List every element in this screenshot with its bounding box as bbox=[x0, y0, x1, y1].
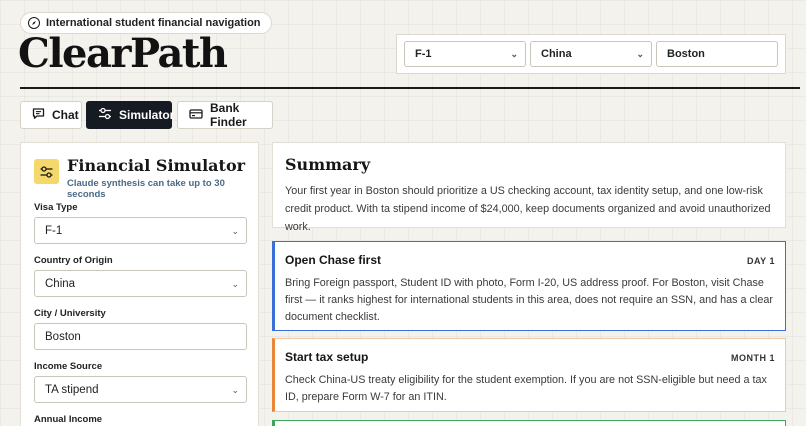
income-source-select[interactable]: TA stipend ⌄ bbox=[34, 376, 247, 403]
city-input-value: Boston bbox=[667, 48, 705, 60]
slider-icon bbox=[98, 107, 112, 123]
summary-panel: Summary Your first year in Boston should… bbox=[272, 142, 786, 233]
country-of-origin-select[interactable]: China ⌄ bbox=[34, 270, 247, 297]
tab-bank-finder[interactable]: Bank Finder bbox=[177, 101, 273, 129]
tagline-text: International student financial navigati… bbox=[46, 17, 261, 29]
country-label: Country of Origin bbox=[34, 255, 113, 266]
step-text: Check China-US treaty eligibility for th… bbox=[285, 374, 767, 403]
chevron-down-icon: ⌄ bbox=[231, 226, 239, 236]
simulator-panel: Financial Simulator Claude synthesis can… bbox=[20, 142, 259, 426]
visa-select-value: F-1 bbox=[415, 48, 432, 60]
summary-title: Summary bbox=[285, 155, 371, 174]
summary-text: Your first year in Boston should priorit… bbox=[285, 185, 771, 233]
tab-chat[interactable]: Chat bbox=[20, 101, 82, 129]
income-source-value: TA stipend bbox=[45, 383, 99, 396]
step-card-next bbox=[272, 420, 786, 426]
country-select-value: China bbox=[541, 48, 572, 60]
simulator-title: Financial Simulator bbox=[67, 156, 246, 175]
brand-title: ClearPath bbox=[18, 30, 228, 77]
tab-simulator[interactable]: Simulator bbox=[86, 101, 175, 129]
slider-icon bbox=[34, 159, 59, 184]
chevron-down-icon: ⌄ bbox=[636, 49, 644, 59]
income-source-label: Income Source bbox=[34, 361, 103, 372]
country-value: China bbox=[45, 277, 76, 290]
step-badge: MONTH 1 bbox=[731, 353, 775, 363]
country-select[interactable]: China ⌄ bbox=[530, 41, 652, 67]
tab-simulator-label: Simulator bbox=[119, 108, 175, 122]
visa-type-label: Visa Type bbox=[34, 202, 78, 213]
visa-type-value: F-1 bbox=[45, 224, 63, 237]
step-text: Bring Foreign passport, Student ID with … bbox=[285, 277, 773, 323]
simulator-subtitle: Claude synthesis can take up to 30 secon… bbox=[67, 178, 225, 200]
annual-income-label: Annual Income bbox=[34, 414, 103, 425]
step-title: Start tax setup bbox=[285, 350, 369, 364]
bank-card-icon bbox=[189, 108, 203, 123]
visa-select[interactable]: F-1 ⌄ bbox=[404, 41, 526, 67]
chevron-down-icon: ⌄ bbox=[231, 279, 239, 289]
chevron-down-icon: ⌄ bbox=[510, 49, 518, 59]
visa-type-select[interactable]: F-1 ⌄ bbox=[34, 217, 247, 244]
header-divider bbox=[20, 87, 800, 89]
city-value: Boston bbox=[45, 330, 81, 343]
step-card-open-chase: Open Chase first DAY 1 Bring Foreign pas… bbox=[272, 241, 786, 331]
chevron-down-icon: ⌄ bbox=[231, 385, 239, 395]
step-title: Open Chase first bbox=[285, 253, 382, 267]
tab-bank-finder-label: Bank Finder bbox=[210, 101, 247, 129]
city-input[interactable]: Boston bbox=[656, 41, 778, 67]
city-label: City / University bbox=[34, 308, 106, 319]
step-badge: DAY 1 bbox=[746, 256, 775, 266]
compass-icon bbox=[28, 17, 40, 29]
profile-bar: F-1 ⌄ China ⌄ Boston bbox=[396, 34, 786, 74]
city-university-input[interactable]: Boston bbox=[34, 323, 247, 350]
tab-chat-label: Chat bbox=[52, 108, 79, 122]
chat-icon bbox=[32, 107, 45, 123]
step-card-tax-setup: Start tax setup MONTH 1 Check China-US t… bbox=[272, 338, 786, 412]
